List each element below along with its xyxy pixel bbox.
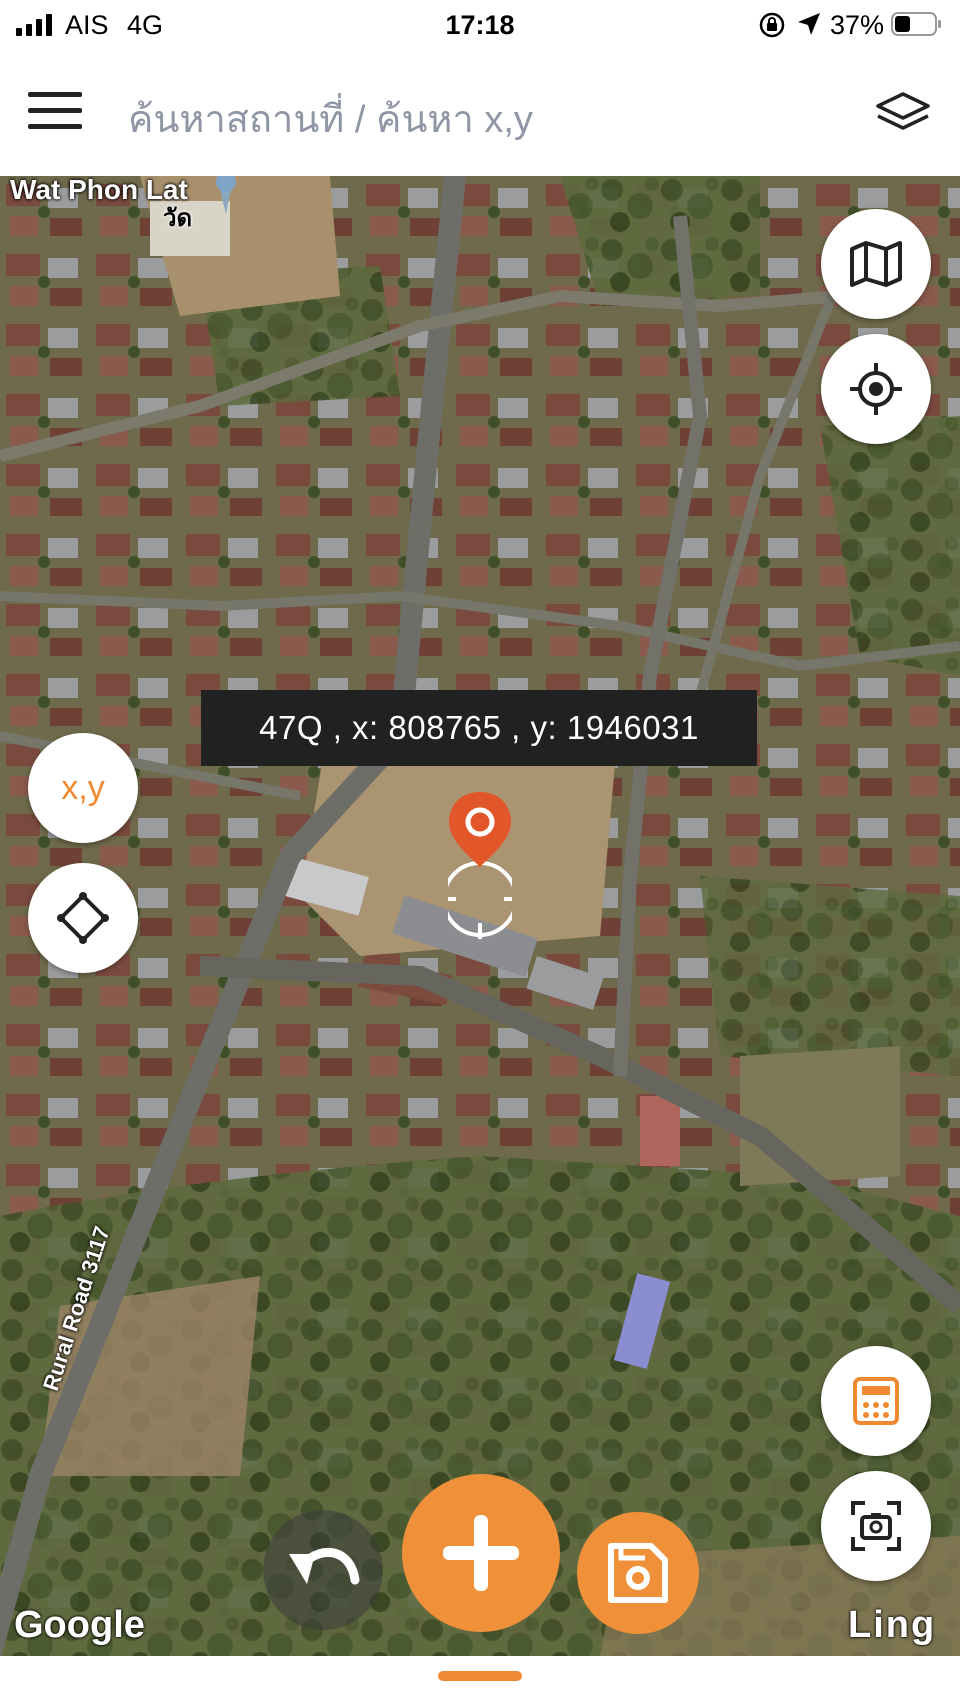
add-point-button[interactable] — [402, 1474, 560, 1632]
map-pin-icon — [448, 792, 512, 939]
bottom-sheet[interactable] — [0, 1656, 960, 1707]
place-label-thai: วัด — [163, 205, 193, 232]
sheet-handle[interactable] — [438, 1671, 522, 1681]
map-icon — [850, 241, 902, 287]
screenshot-button[interactable] — [821, 1471, 931, 1581]
calculator-button[interactable] — [821, 1346, 931, 1456]
xy-search-button[interactable]: x,y — [28, 733, 138, 843]
undo-icon — [289, 1547, 360, 1585]
calculator-icon — [853, 1377, 899, 1425]
my-location-button[interactable] — [821, 334, 931, 444]
corner-label: Ling — [848, 1604, 937, 1646]
xy-button-label: x,y — [61, 768, 105, 807]
battery-icon — [891, 12, 941, 36]
location-arrow-icon — [798, 13, 820, 35]
map-view[interactable]: Wat Phon Lat วัด Rural Road 3117 47Q , x… — [0, 176, 960, 1656]
polygon-icon — [57, 892, 109, 944]
coordinate-readout: 47Q , x: 808765 , y: 1946031 — [201, 690, 757, 766]
app-header: ค้นหาสถานที่ / ค้นหา x,y — [0, 50, 960, 176]
orientation-lock-icon — [759, 12, 785, 38]
battery-percentage: 37% — [830, 10, 885, 40]
menu-button[interactable] — [26, 86, 84, 136]
polygon-button[interactable] — [28, 863, 138, 973]
plus-icon — [443, 1515, 519, 1591]
google-attribution: Google — [14, 1604, 145, 1646]
crosshair-location-icon — [850, 363, 902, 415]
layers-icon — [876, 92, 930, 130]
save-icon — [608, 1543, 668, 1603]
map-type-button[interactable] — [821, 209, 931, 319]
place-label: Wat Phon Lat — [10, 176, 188, 205]
layers-button[interactable] — [874, 88, 932, 138]
save-button[interactable] — [577, 1512, 699, 1634]
screenshot-icon — [851, 1501, 901, 1551]
status-bar: AIS 4G 17:18 37% — [0, 0, 960, 50]
hamburger-icon — [28, 92, 82, 129]
undo-button[interactable] — [263, 1510, 383, 1630]
search-title[interactable]: ค้นหาสถานที่ / ค้นหา x,y — [128, 88, 533, 149]
